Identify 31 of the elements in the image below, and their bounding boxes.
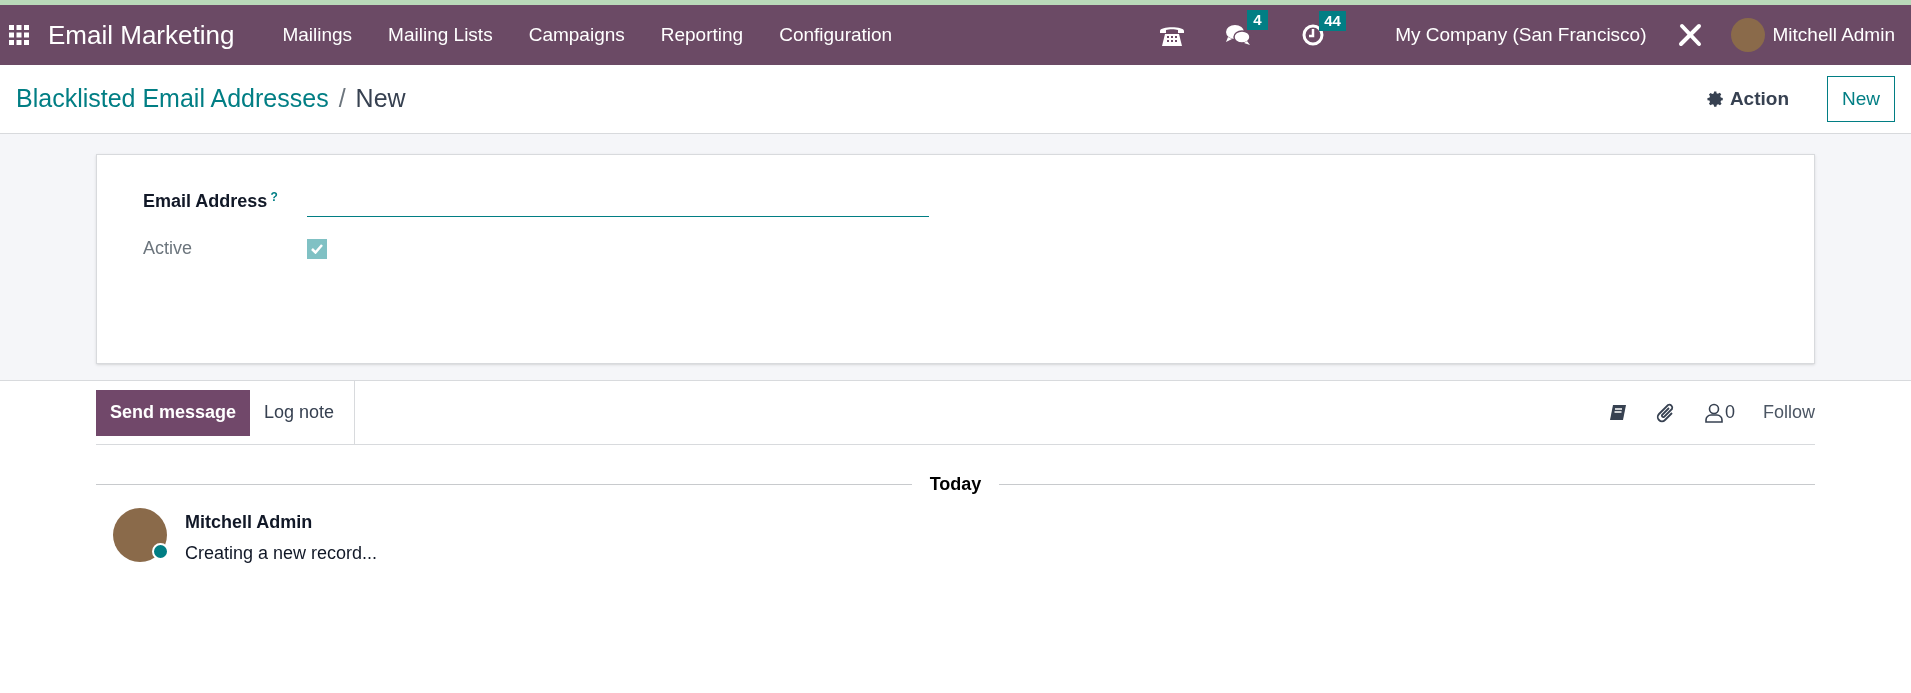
message-body: Creating a new record...	[185, 542, 378, 565]
menu-item[interactable]: Campaigns	[510, 20, 643, 50]
breadcrumb-link[interactable]: Blacklisted Email Addresses	[16, 80, 329, 118]
breadcrumb-current: New	[355, 83, 406, 115]
message-author: Mitchell Admin	[185, 511, 314, 534]
help-tooltip[interactable]: ?	[270, 189, 278, 204]
clock-icon[interactable]	[1301, 23, 1326, 47]
app-name[interactable]: Email Marketing	[48, 15, 235, 55]
company-switcher[interactable]: My Company (San Francisco)	[1395, 20, 1647, 50]
follow-button[interactable]: Follow	[1763, 399, 1815, 426]
activity-count-badge: 44	[1319, 11, 1346, 31]
book-icon[interactable]	[1608, 403, 1627, 422]
message-count-badge: 4	[1247, 10, 1268, 30]
new-button[interactable]: New	[1827, 76, 1895, 122]
action-button[interactable]: Action	[1706, 84, 1789, 114]
menu-item[interactable]: Reporting	[642, 20, 762, 50]
user-name[interactable]: Mitchell Admin	[1772, 20, 1895, 50]
breadcrumb-separator: /	[338, 83, 346, 115]
menu-item[interactable]: Configuration	[761, 20, 911, 50]
chatter-tab[interactable]: Send message	[96, 389, 251, 436]
active-checkbox[interactable]	[307, 238, 327, 259]
checkmark-icon	[311, 243, 323, 254]
field-label: Active	[143, 238, 193, 258]
followers-button[interactable]: 0	[1704, 399, 1735, 426]
date-separator: Today	[929, 473, 982, 496]
field-label: Email Address	[143, 190, 268, 211]
chat-bubbles-icon[interactable]	[1225, 24, 1252, 46]
apps-grid-icon[interactable]	[8, 24, 30, 46]
menu-item[interactable]: Mailings	[264, 20, 371, 50]
gear-icon	[1706, 90, 1725, 108]
menu-item[interactable]: Mailing Lists	[370, 20, 511, 50]
